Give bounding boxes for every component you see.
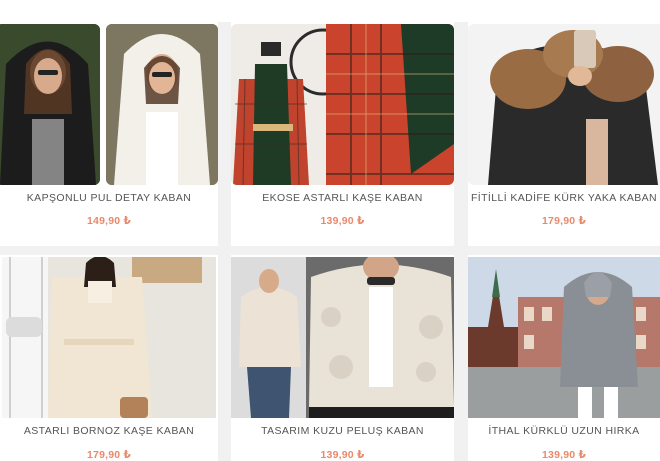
product-card-5[interactable]: TASARIM KUZU PELUŞ KABAN 139,90 ₺ <box>231 255 454 461</box>
top-bar <box>0 0 660 22</box>
product-price: 179,90 ₺ <box>87 449 131 461</box>
product-card-6[interactable]: İTHAL KÜRKLÜ UZUN HIRKA 139,90 ₺ <box>468 255 660 461</box>
product-price: 149,90 ₺ <box>87 215 131 227</box>
product-card-1[interactable]: KAPŞONLU PUL DETAY KABAN 149,90 ₺ <box>0 22 218 246</box>
product-name[interactable]: ASTARLI BORNOZ KAŞE KABAN <box>0 425 218 437</box>
product-name[interactable]: KAPŞONLU PUL DETAY KABAN <box>0 192 218 204</box>
product-price: 139,90 ₺ <box>320 449 365 461</box>
product-name[interactable]: FİTİLLİ KADİFE KÜRK YAKA KABAN <box>468 192 660 204</box>
product-image[interactable] <box>468 255 660 418</box>
product-card-2[interactable]: EKOSE ASTARLI KAŞE KABAN 139,90 ₺ <box>231 22 454 246</box>
product-name[interactable]: İTHAL KÜRKLÜ UZUN HIRKA <box>468 425 660 437</box>
product-name[interactable]: TASARIM KUZU PELUŞ KABAN <box>231 425 454 437</box>
product-price: 139,90 ₺ <box>542 449 586 461</box>
product-card-3[interactable]: FİTİLLİ KADİFE KÜRK YAKA KABAN 179,90 ₺ <box>468 22 660 246</box>
product-price: 139,90 ₺ <box>320 215 365 227</box>
product-image[interactable] <box>231 255 454 418</box>
product-image[interactable] <box>231 22 454 185</box>
product-price: 179,90 ₺ <box>542 215 586 227</box>
product-image[interactable] <box>0 255 218 418</box>
product-image[interactable] <box>0 22 218 185</box>
product-image[interactable] <box>468 22 660 185</box>
product-card-4[interactable]: ASTARLI BORNOZ KAŞE KABAN 179,90 ₺ <box>0 255 218 461</box>
product-name[interactable]: EKOSE ASTARLI KAŞE KABAN <box>231 192 454 204</box>
